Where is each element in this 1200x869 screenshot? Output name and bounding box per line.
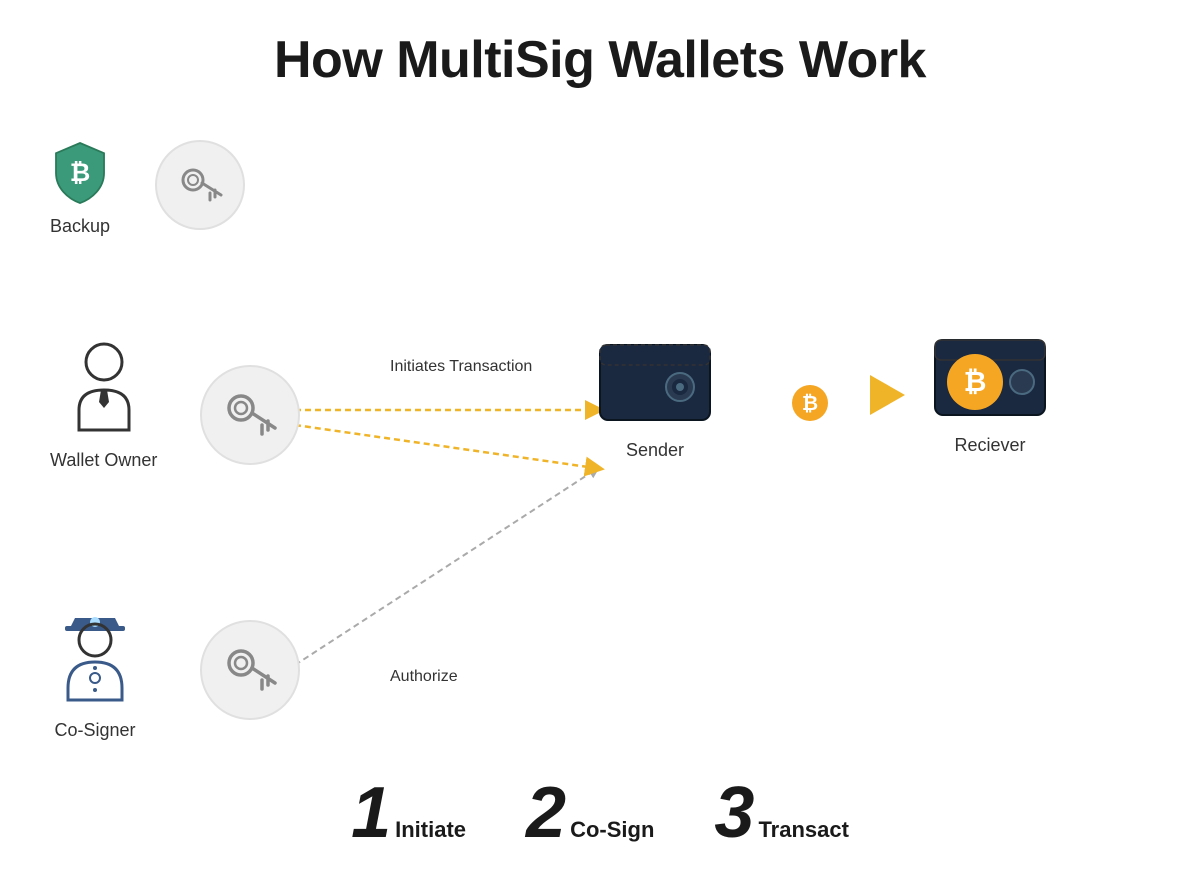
key-circle-top [155,140,245,230]
backup-label: Backup [50,216,110,237]
backup-group: ₿ Backup [50,140,110,237]
arrow-right-icon [870,375,905,415]
svg-text:₿: ₿ [70,159,91,187]
receiver-label: Reciever [954,435,1025,456]
receiver-wallet-icon: ₿ [930,325,1050,425]
bitcoin-connector-icon: ₿ [790,383,830,423]
step-2-label: Co-Sign [570,817,654,843]
svg-text:₿: ₿ [802,393,818,415]
wallet-owner-label: Wallet Owner [50,450,157,471]
sender-label: Sender [626,440,684,461]
step-1: 1 Initiate [351,777,466,849]
cosigner-icon [50,600,140,710]
authorize-label: Authorize [390,668,458,686]
step-1-label: Initiate [395,817,466,843]
bitcoin-connector: ₿ [790,383,830,428]
shield-bitcoin-icon: ₿ [50,140,110,206]
wallet-owner-icon [59,340,149,440]
play-arrow-icon [870,375,905,420]
svg-text:₿: ₿ [964,366,987,397]
wallet-owner-group: Wallet Owner [50,340,157,471]
key-circle-cosigner [200,620,300,720]
key-circle-owner [200,365,300,465]
initiates-transaction-label: Initiates Transaction [390,358,532,376]
backup-key-circle [155,140,245,230]
cosigner-label: Co-Signer [54,720,135,741]
cosigner-group: Co-Signer [50,600,140,741]
step-2: 2 Co-Sign [526,777,654,849]
step-1-number: 1 [351,777,391,849]
page-title: How MultiSig Wallets Work [0,0,1200,90]
step-2-number: 2 [526,777,566,849]
step-3-label: Transact [758,817,849,843]
sender-wallet-icon [595,330,715,430]
step-3: 3 Transact [714,777,849,849]
key-icon-backup [175,160,225,210]
steps-footer: 1 Initiate 2 Co-Sign 3 Transact [0,777,1200,849]
receiver-group: ₿ Reciever [930,325,1050,456]
sender-group: Sender [595,330,715,461]
step-3-number: 3 [714,777,754,849]
key-icon-owner [221,386,279,444]
key-icon-cosigner [221,641,279,699]
